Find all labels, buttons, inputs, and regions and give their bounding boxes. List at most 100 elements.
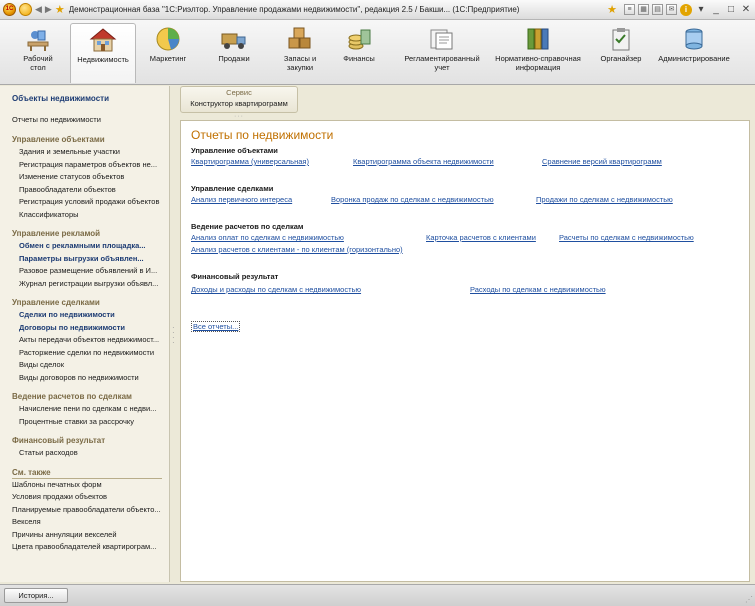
mail-icon[interactable]: ✉ [666,4,677,15]
chevron-down-icon[interactable]: ▾ [695,4,707,15]
history-icon[interactable]: ≡ [624,4,635,15]
nav-group-title: Управление сделками [12,298,100,307]
nav-item[interactable]: Регистрация условий продажи объектов [12,196,166,209]
section-reference-info[interactable]: Нормативно-справочная информация [490,23,586,83]
nav-item[interactable]: Здания и земельные участки [12,146,166,159]
apartment-chart-constructor-button[interactable]: Конструктор квартирограмм [181,98,297,110]
nav-group-title: Ведение расчетов по сделкам [12,392,132,401]
server-icon [685,28,703,50]
documents-icon [430,29,453,50]
section-desktop[interactable]: Рабочий стол [8,23,68,83]
truck-icon [221,33,246,49]
see-also-item[interactable]: Планируемые правообладатели объекто... [12,504,166,517]
page-title: Отчеты по недвижимости [191,128,334,142]
pie-chart-icon [156,27,180,51]
nav-item[interactable]: Классификаторы [12,209,166,222]
report-link[interactable]: Квартирограмма объекта недвижимости [353,157,494,166]
report-link[interactable]: Анализ расчетов с клиентами - по клиента… [191,245,403,254]
binders-icon [527,28,549,50]
resize-grip-icon[interactable]: ⋰ [745,595,753,604]
nav-item[interactable]: Обмен с рекламными площадка... [12,240,166,253]
report-link[interactable]: Расходы по сделкам с недвижимостью [470,285,606,294]
nav-item[interactable]: Начисление пени по сделкам с недви... [12,403,166,416]
report-link[interactable]: Воронка продаж по сделкам с недвижимость… [331,195,494,204]
favorites-star-icon[interactable]: ★ [55,3,65,16]
status-bar: История... ⋰ [0,584,755,606]
report-link[interactable]: Сравнение версий квартирограмм [542,157,662,166]
section-organizer[interactable]: Органайзер [594,23,648,83]
see-also-item[interactable]: Векселя [12,516,166,529]
info-icon[interactable]: i [680,3,692,16]
minimize-icon[interactable]: _ [710,4,722,15]
report-link[interactable]: Анализ первичного интереса [191,195,292,204]
section-real-estate[interactable]: Недвижимость [70,23,136,83]
history-button[interactable]: История... [4,588,68,603]
main-menu-icon[interactable] [19,3,32,16]
section-marketing[interactable]: Маркетинг [140,23,196,83]
window-title: Демонстрационная база "1С:Риэлтор. Управ… [68,5,519,14]
add-favorite-icon[interactable]: ★ [607,3,617,16]
section-label: Запасы и закупки [283,54,317,72]
nav-item[interactable]: Параметры выгрузки объявлен... [12,253,166,266]
calendar-icon[interactable]: ▦ [638,4,649,15]
section-finance[interactable]: Финансы [334,23,384,83]
forward-arrow-icon[interactable]: ▶ [45,4,52,15]
see-also-item[interactable]: Условия продажи объектов [12,491,166,504]
report-link[interactable]: Карточка расчетов с клиентами [426,233,536,242]
report-link[interactable]: Анализ оплат по сделкам с недвижимостью [191,233,344,242]
close-icon[interactable]: ✕ [740,4,752,15]
section-administration[interactable]: Администрирование [654,23,734,83]
all-reports-link[interactable]: Все отчеты... [191,321,241,332]
report-link[interactable]: Расчеты по сделкам с недвижимостью [559,233,694,242]
nav-item[interactable]: Сделки по недвижимости [12,309,166,322]
nav-item[interactable]: Правообладатели объектов [12,184,166,197]
boxes-icon [288,27,311,49]
nav-item[interactable]: Акты передачи объектов недвижимост... [12,334,166,347]
nav-item[interactable]: Статьи расходов [12,447,166,460]
report-row: Анализ оплат по сделкам с недвижимостью … [191,233,749,245]
nav-item[interactable]: Виды договоров по недвижимости [12,372,166,385]
nav-group-title: Управление рекламой [12,229,101,238]
section-label: Финансы [343,54,375,63]
nav-item[interactable]: Договоры по недвижимости [12,322,166,335]
section-label: Маркетинг [149,54,187,63]
section-sales[interactable]: Продажи [206,23,262,83]
see-also-title: См. также [12,466,162,479]
nav-group-title: Финансовый результат [12,436,106,445]
service-panel-resize-handle[interactable]: ··· [234,113,244,120]
section-stock[interactable]: Запасы и закупки [270,23,330,83]
report-row: Анализ расчетов с клиентами - по клиента… [191,245,749,257]
back-arrow-icon[interactable]: ◀ [35,4,42,15]
reports-panel: Отчеты по недвижимости Управление объект… [180,120,750,582]
maximize-icon[interactable]: □ [725,4,737,15]
report-group-title: Управление объектами [191,146,278,155]
nav-header: Объекты недвижимости [12,94,109,103]
see-also-item[interactable]: Причины аннуляции векселей [12,529,166,542]
section-label: Регламентированный учет [404,54,480,72]
title-bar: 1С ◀ ▶ ★ Демонстрационная база "1С:Риэлт… [0,0,755,20]
app-logo-icon[interactable]: 1С [3,3,16,16]
section-regulated-accounting[interactable]: Регламентированный учет [396,23,488,83]
report-group-title: Ведение расчетов по сделкам [191,222,304,231]
nav-item[interactable]: Разовое размещение объявлений в И... [12,265,166,278]
report-link[interactable]: Продажи по сделкам с недвижимостью [536,195,673,204]
see-also-item[interactable]: Цвета правообладателей квартирограм... [12,541,166,554]
nav-item[interactable]: Изменение статусов объектов [12,171,166,184]
report-link[interactable]: Квартирограмма (универсальная) [191,157,309,166]
nav-item[interactable]: Регистрация параметров объектов не... [12,159,166,172]
service-title: Сервис [226,88,252,97]
calculator-icon[interactable]: ▤ [652,4,663,15]
see-also-item[interactable]: Шаблоны печатных форм [12,479,166,492]
panel-splitter-handle[interactable]: · · · · [172,324,175,347]
nav-item[interactable]: Виды сделок [12,359,166,372]
report-group-title: Финансовый результат [191,272,279,281]
nav-item-reports[interactable]: Отчеты по недвижимости [12,114,166,127]
nav-item[interactable]: Журнал регистрации выгрузки объявл... [12,278,166,291]
section-label: Продажи [218,54,250,63]
report-link[interactable]: Доходы и расходы по сделкам с недвижимос… [191,285,361,294]
nav-group-title: Управление объектами [12,135,105,144]
report-group-title: Управление сделками [191,184,274,193]
report-row: Доходы и расходы по сделкам с недвижимос… [191,285,749,297]
nav-item[interactable]: Процентные ставки за рассрочку [12,416,166,429]
nav-item[interactable]: Расторжение сделки по недвижимости [12,347,166,360]
